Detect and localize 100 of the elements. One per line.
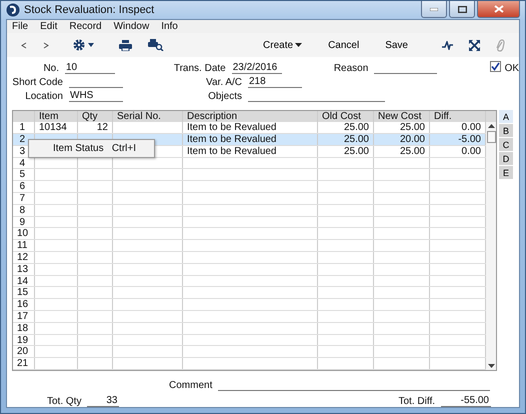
field-label: Short Code [11, 77, 64, 88]
field-label: No. [42, 63, 60, 74]
column-header[interactable]: Diff. [430, 111, 486, 122]
menu-item[interactable]: Edit [40, 21, 58, 32]
field-label: Tot. Diff. [398, 396, 436, 407]
menu-item[interactable]: File [12, 21, 28, 32]
row-number: 6 [13, 181, 35, 192]
window-title: Stock Revaluation: Inspect [24, 4, 154, 16]
row-number: 10 [13, 228, 35, 240]
table-row[interactable]: 14 [13, 276, 486, 288]
row-number: 17 [13, 311, 35, 322]
expand-icon[interactable] [469, 40, 480, 51]
table-row[interactable]: 21 [13, 358, 486, 370]
row-number: 1 [13, 122, 35, 134]
table-row[interactable]: 18 [13, 322, 486, 335]
row-number: 12 [13, 252, 35, 263]
column-header[interactable]: Old Cost [318, 111, 374, 122]
table-cell: 25.00 [318, 134, 374, 145]
close-icon [494, 5, 504, 13]
table-row[interactable]: 17 [13, 311, 486, 323]
field-label: Location [24, 91, 64, 102]
table-cell: 25.00 [318, 146, 374, 157]
table-row[interactable]: 6 [13, 181, 486, 194]
row-number: 18 [13, 322, 35, 334]
menu-item[interactable]: Record [69, 21, 102, 32]
scrollbar[interactable] [486, 122, 496, 370]
minimize-button[interactable] [421, 1, 447, 18]
print-icon[interactable] [119, 40, 132, 51]
row-number: 13 [13, 264, 35, 275]
row-number: 16 [13, 299, 35, 310]
field-label: Tot. Qty [47, 396, 82, 407]
column-header[interactable]: Qty [78, 111, 113, 122]
pulse-icon[interactable] [442, 40, 453, 50]
field-label: Trans. Date [172, 63, 227, 74]
table-row[interactable]: 9 [13, 216, 486, 228]
side-tab[interactable]: E [499, 166, 513, 180]
table-row[interactable]: 12 [13, 252, 486, 264]
scroll-thumb[interactable] [486, 131, 496, 144]
table-cell: 25.00 [374, 146, 430, 157]
column-header[interactable]: Serial No. [113, 111, 183, 122]
menu-item[interactable]: Info [161, 21, 178, 32]
side-tab[interactable]: D [499, 152, 513, 166]
table-cell: 25.00 [318, 122, 374, 134]
table-row[interactable]: 19 [13, 334, 486, 346]
table-row[interactable]: 13 [13, 264, 486, 276]
print-preview-icon[interactable] [148, 39, 164, 52]
toolbar-button[interactable]: Cancel [328, 40, 360, 51]
side-tab[interactable]: C [499, 138, 513, 152]
row-number: 15 [13, 287, 35, 298]
input-field[interactable]: 10 [65, 62, 116, 74]
paperclip-icon[interactable] [496, 38, 505, 52]
maximize-button[interactable] [449, 1, 475, 18]
table-row[interactable]: 8 [13, 204, 486, 217]
field-label: Reason [332, 63, 370, 74]
total-field: 33 [87, 395, 120, 407]
table-cell: Item to be Revalued [183, 146, 318, 157]
input-field[interactable]: 23/2/2016 [232, 62, 282, 74]
row-number: 19 [13, 334, 35, 346]
field-label: Var. A/C [205, 77, 243, 88]
forward-button[interactable] [43, 42, 49, 49]
row-number: 5 [13, 169, 35, 180]
table-row[interactable]: 5 [13, 169, 486, 182]
table-cell: 25.00 [374, 122, 430, 134]
column-header[interactable]: Item [35, 111, 78, 122]
settings-button[interactable] [73, 39, 97, 52]
row-number: 21 [13, 358, 35, 369]
input-field[interactable]: WHS [69, 90, 123, 102]
table-row[interactable]: 20 [13, 346, 486, 358]
back-button[interactable] [21, 42, 27, 49]
field-label: Comment [169, 380, 214, 391]
row-number: 9 [13, 216, 35, 228]
minimize-icon [430, 8, 438, 10]
menu-item[interactable]: Window [114, 21, 150, 32]
checkbox[interactable] [490, 61, 501, 72]
table-cell: Item to be Revalued [183, 122, 318, 134]
table-row[interactable]: 11 [13, 240, 486, 252]
caret-icon [295, 43, 302, 48]
table-row[interactable]: 10 [13, 228, 486, 240]
toolbar-button[interactable]: Create [263, 40, 302, 51]
side-tab[interactable]: B [499, 124, 513, 138]
input-field[interactable]: 218 [248, 76, 302, 88]
table-cell: 20.00 [374, 134, 430, 145]
side-tab[interactable]: A [499, 110, 513, 124]
maximize-icon [458, 6, 466, 12]
table-row[interactable]: 7 [13, 193, 486, 205]
checkbox-label: OK [504, 63, 520, 74]
column-header[interactable]: New Cost [374, 111, 430, 122]
table-cell: Item to be Revalued [183, 134, 318, 145]
toolbar-button[interactable]: Save [385, 40, 408, 51]
close-button[interactable] [477, 1, 520, 18]
scroll-down-icon[interactable] [488, 364, 494, 368]
menu-item[interactable]: Item Status Ctrl+I [29, 142, 154, 156]
total-field: -55.00 [441, 395, 491, 407]
table-row[interactable]: 15 [13, 287, 486, 300]
row-number: 7 [13, 193, 35, 204]
row-number: 14 [13, 276, 35, 286]
table-row[interactable]: 16 [13, 299, 486, 312]
table-cell: 12 [78, 122, 113, 134]
column-header[interactable]: Description [183, 111, 318, 122]
table-cell: 10134 [35, 122, 78, 134]
